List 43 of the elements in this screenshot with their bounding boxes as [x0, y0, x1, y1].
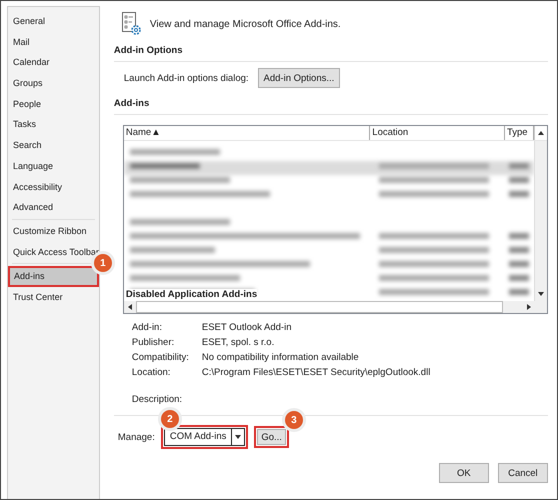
- callout-badge: 1: [94, 254, 112, 272]
- manage-label: Manage:: [118, 432, 155, 442]
- go-button[interactable]: Go...: [257, 429, 286, 445]
- scrollbar-thumb[interactable]: [136, 301, 503, 313]
- callout-badge: 3: [284, 411, 303, 429]
- detail-value: C:\Program Files\ESET\ESET Security\eplgOutlook.dll: [202, 367, 432, 378]
- manage-dropdown[interactable]: COM Add-ins: [164, 428, 246, 446]
- sidebar-item[interactable]: Trust Center: [8, 286, 99, 308]
- group-label: Disabled Application Add-ins: [126, 289, 258, 301]
- sidebar-item[interactable]: Search: [8, 135, 99, 156]
- add-ins-icon: [122, 12, 142, 36]
- callout-badge: 2: [160, 410, 179, 428]
- caret-icon: [235, 435, 242, 439]
- ok-button[interactable]: OK: [438, 463, 489, 483]
- detail-label: Publisher:: [132, 337, 176, 348]
- sidebar-item[interactable]: Tasks: [8, 114, 99, 136]
- cancel-button[interactable]: Cancel: [498, 463, 548, 483]
- detail-value: No compatibility information available: [202, 352, 360, 363]
- sidebar-item[interactable]: Calendar: [8, 52, 99, 74]
- sidebar-item[interactable]: General: [8, 11, 99, 32]
- sidebar-item[interactable]: Accessibility: [8, 176, 99, 198]
- detail-label: Add-in:: [132, 322, 163, 333]
- column-header[interactable]: Location: [370, 126, 505, 140]
- detail-value: ESET Outlook Add-in: [202, 322, 292, 333]
- detail-label: Location:: [132, 367, 172, 378]
- sidebar-item[interactable]: Add-ins: [8, 266, 99, 287]
- sidebar-item[interactable]: Language: [8, 156, 99, 176]
- sidebar-item[interactable]: People: [8, 94, 99, 114]
- option-label: Launch Add-in options dialog:: [124, 72, 249, 84]
- detail-label: Description:: [132, 394, 184, 405]
- section-heading: Add-in Options: [114, 45, 184, 56]
- sidebar-item[interactable]: Mail: [8, 32, 99, 52]
- sidebar-item[interactable]: Advanced: [8, 197, 99, 218]
- detail-label: Compatibility:: [132, 352, 190, 363]
- page-title: View and manage Microsoft Office Add-ins.: [150, 18, 341, 30]
- section-heading: Add-ins: [114, 98, 150, 109]
- column-header[interactable]: Name▲: [124, 126, 370, 140]
- sidebar-item[interactable]: Groups: [8, 73, 99, 94]
- column-header[interactable]: Type: [504, 126, 534, 140]
- detail-value: ESET, spol. s r.o.: [202, 337, 276, 348]
- scroll-up-icon[interactable]: [534, 126, 547, 140]
- sidebar-item[interactable]: Customize Ribbon: [8, 220, 99, 242]
- add-in-options-button[interactable]: Add-in Options...: [258, 68, 340, 88]
